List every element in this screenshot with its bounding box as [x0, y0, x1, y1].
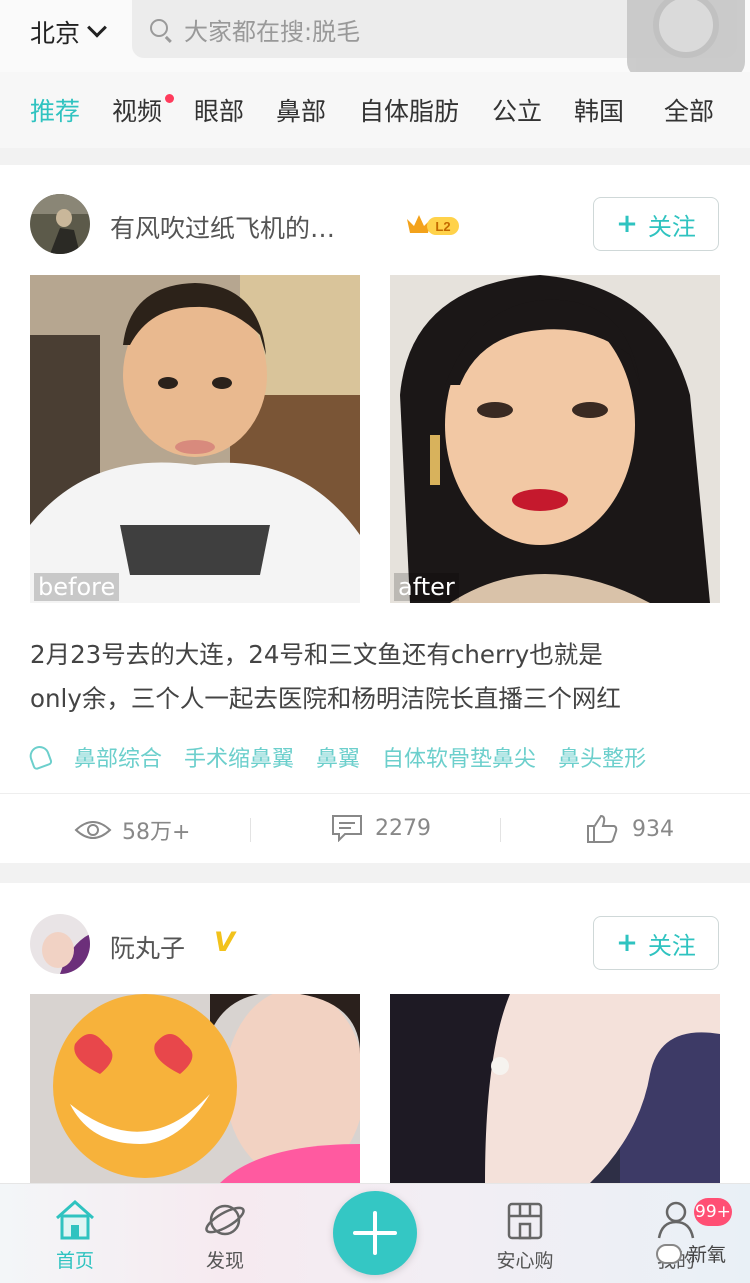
post-description[interactable]: 2月23号去的大连，24号和三文鱼还有cherry也就是 only余，三个人一起…	[30, 633, 720, 721]
planet-icon	[205, 1204, 245, 1236]
tab-nose[interactable]: 鼻部	[276, 92, 326, 128]
divider	[250, 818, 251, 842]
post-card[interactable]: 有风吹过纸飞机的… L2 + 关注 before after 2月23号去的大连…	[0, 165, 750, 863]
after-label: after	[394, 573, 459, 601]
eye-icon	[74, 821, 112, 839]
comments-count: 2279	[375, 815, 431, 841]
username[interactable]: 有风吹过纸飞机的…	[110, 209, 335, 245]
nav-shop[interactable]: 安心购	[475, 1198, 575, 1273]
after-photo[interactable]: after	[390, 275, 720, 603]
nav-discover[interactable]: 发现	[175, 1198, 275, 1273]
views-count: 58万+	[122, 820, 191, 845]
tag-item[interactable]: 鼻部综合	[74, 741, 162, 773]
verified-badge: V	[214, 927, 235, 958]
user-icon	[657, 1201, 695, 1239]
category-tabs: 推荐 视频 眼部 鼻部 自体脂肪 公立 韩国 全部	[0, 72, 750, 148]
wechat-icon	[656, 1243, 682, 1264]
new-dot-indicator	[165, 94, 175, 103]
post-photo[interactable]	[30, 994, 360, 1183]
tab-korea[interactable]: 韩国	[574, 92, 624, 128]
city-label: 北京	[30, 19, 81, 48]
thumbs-up-icon	[587, 814, 618, 843]
home-icon	[56, 1199, 94, 1240]
comment-icon	[332, 815, 362, 842]
notification-badge: 99+	[694, 1198, 732, 1226]
tab-eyes[interactable]: 眼部	[194, 92, 244, 128]
likes-stat[interactable]: 934	[586, 814, 674, 844]
top-bar: 北京 大家都在搜:脱毛	[0, 0, 750, 78]
svg-text:L2: L2	[435, 219, 450, 234]
nav-home[interactable]: 首页	[25, 1198, 125, 1273]
divider	[500, 818, 501, 842]
search-placeholder: 大家都在搜:脱毛	[184, 18, 361, 46]
watermark: 新氧	[656, 1240, 726, 1267]
tag-item[interactable]: 手术缩鼻翼	[184, 741, 294, 773]
post-card[interactable]: 阮丸子 V + 关注	[0, 883, 750, 1183]
tab-fat-graft[interactable]: 自体脂肪	[359, 92, 459, 128]
post-add-button[interactable]	[333, 1191, 417, 1275]
chevron-down-icon	[87, 17, 107, 38]
avatar[interactable]	[30, 914, 90, 974]
level-badge: L2	[405, 211, 461, 237]
city-selector[interactable]: 北京	[30, 14, 107, 50]
tab-video[interactable]: 视频	[112, 92, 175, 128]
tag-item[interactable]: 鼻翼	[316, 741, 360, 773]
before-label: before	[34, 573, 120, 601]
avatar[interactable]	[30, 194, 90, 254]
before-photo[interactable]: before	[30, 275, 360, 603]
tag-item[interactable]: 自体软骨垫鼻尖	[382, 741, 536, 773]
tab-public[interactable]: 公立	[492, 92, 542, 128]
floating-assistive-button[interactable]	[627, 0, 745, 78]
shop-icon	[507, 1202, 543, 1240]
views-stat: 58万+	[74, 814, 190, 846]
tabs-fade	[624, 72, 660, 148]
comments-stat[interactable]: 2279	[331, 814, 431, 842]
tag-item[interactable]: 鼻头整形	[558, 741, 646, 773]
follow-label: 关注	[647, 931, 696, 960]
follow-button[interactable]: + 关注	[593, 916, 719, 970]
follow-label: 关注	[647, 212, 696, 241]
post-photo[interactable]	[390, 994, 720, 1183]
tab-all[interactable]: 全部	[664, 92, 714, 128]
plus-icon: +	[616, 209, 638, 239]
post-stats: 58万+ 2279 934	[0, 793, 750, 863]
tag-icon	[26, 743, 54, 771]
likes-count: 934	[632, 816, 674, 842]
plus-icon: +	[616, 928, 638, 958]
username[interactable]: 阮丸子	[110, 929, 185, 965]
tag-list: 鼻部综合 手术缩鼻翼 鼻翼 自体软骨垫鼻尖 鼻头整形	[26, 740, 668, 774]
search-icon	[150, 19, 168, 37]
tab-recommend[interactable]: 推荐	[30, 92, 80, 128]
follow-button[interactable]: + 关注	[593, 197, 719, 251]
